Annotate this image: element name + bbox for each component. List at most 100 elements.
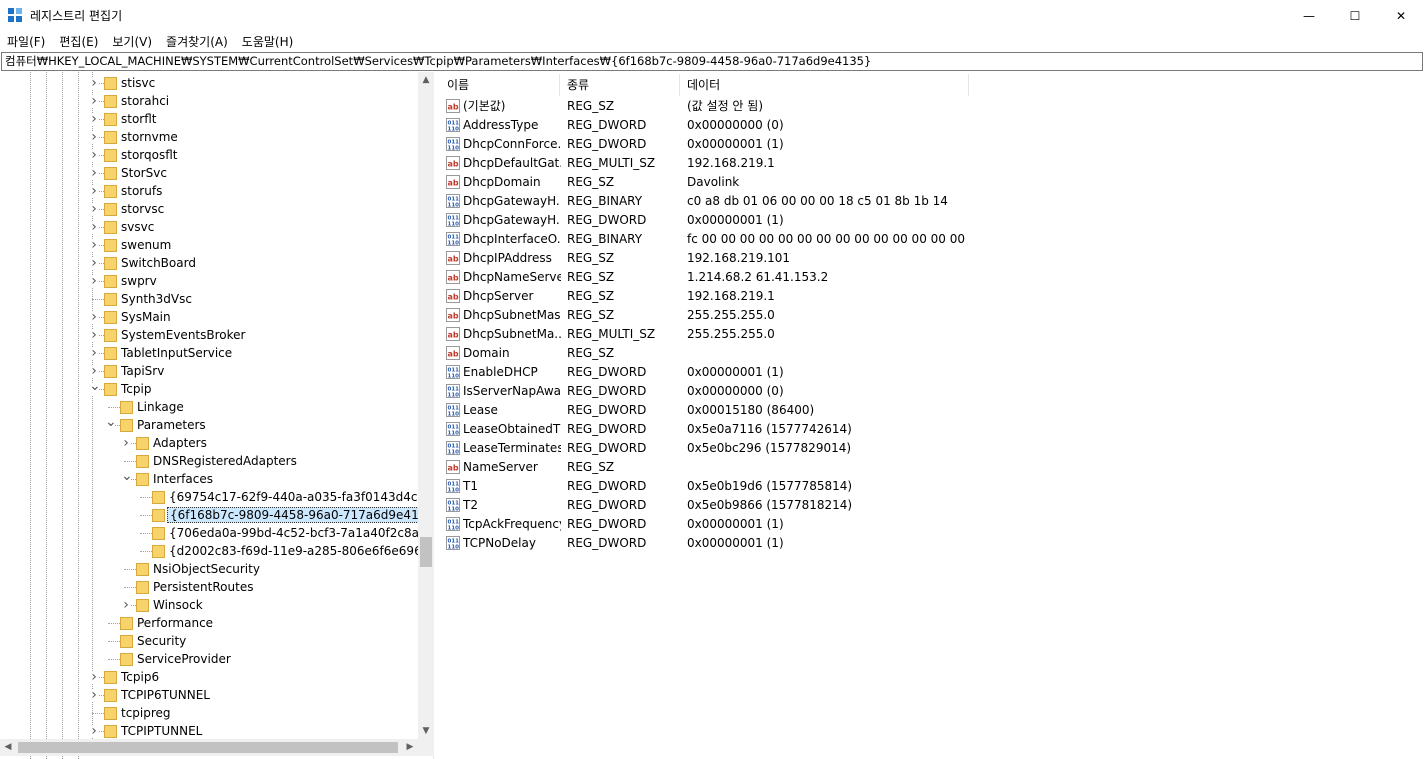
scrollbar-thumb[interactable]: [420, 537, 432, 567]
tree-node[interactable]: {706eda0a-99bd-4c52-bcf3-7a1a40f2c8a3}: [0, 524, 433, 542]
tree-node[interactable]: › TapiSrv: [0, 362, 418, 380]
chevron-right-icon[interactable]: ›: [89, 256, 99, 270]
tree-node[interactable]: Security: [0, 632, 418, 650]
value-row[interactable]: 011 110 EnableDHCP REG_DWORD 0x00000001 (1): [440, 363, 1424, 382]
tree-node[interactable]: › SwitchBoard: [0, 254, 418, 272]
tree-node[interactable]: ⌄ Parameters: [0, 415, 418, 434]
menu-view[interactable]: 보기(V): [105, 33, 159, 50]
tree-node[interactable]: {69754c17-62f9-440a-a035-fa3f0143d4c3}: [0, 488, 433, 506]
tree-node[interactable]: {d2002c83-f69d-11e9-a285-806e6f6e6963}: [0, 542, 433, 560]
chevron-right-icon[interactable]: ›: [89, 112, 99, 126]
tree-node[interactable]: › storufs: [0, 182, 418, 200]
value-row[interactable]: ab DhcpIPAddress REG_SZ 192.168.219.101: [440, 249, 1424, 268]
tree-node[interactable]: › StorSvc: [0, 164, 418, 182]
scroll-left-icon[interactable]: ◀: [0, 739, 16, 756]
chevron-right-icon[interactable]: ›: [89, 688, 99, 702]
tree-node[interactable]: DNSRegisteredAdapters: [0, 452, 418, 470]
value-row[interactable]: ab DhcpSubnetMa... REG_MULTI_SZ 255.255.255…: [440, 325, 1424, 344]
scroll-up-icon[interactable]: ▲: [418, 72, 434, 88]
value-row[interactable]: 011 110 DhcpGatewayH... REG_BINARY c0 a8 db …: [440, 192, 1424, 211]
value-row[interactable]: 011 110 Lease REG_DWORD 0x00015180 (86400): [440, 401, 1424, 420]
tree-node[interactable]: › swprv: [0, 272, 418, 290]
tree-node[interactable]: › storahci: [0, 92, 418, 110]
chevron-down-icon[interactable]: ⌄: [121, 469, 133, 485]
tree-node[interactable]: › storflt: [0, 110, 418, 128]
value-row[interactable]: ab NameServer REG_SZ: [440, 458, 1424, 477]
tree-node[interactable]: › TCPIPTUNNEL: [0, 722, 418, 740]
chevron-right-icon[interactable]: ›: [121, 598, 131, 612]
scrollbar-thumb[interactable]: [18, 742, 398, 753]
chevron-right-icon[interactable]: ›: [89, 166, 99, 180]
chevron-right-icon[interactable]: ›: [121, 436, 131, 450]
tree-node[interactable]: PersistentRoutes: [0, 578, 418, 596]
tree-node[interactable]: › TabletInputService: [0, 344, 418, 362]
tree-node[interactable]: › Tcpip6: [0, 668, 418, 686]
tree-vertical-scrollbar[interactable]: ▲ ▼: [418, 72, 434, 739]
tree-node[interactable]: ⌄ Tcpip: [0, 379, 418, 398]
chevron-right-icon[interactable]: ›: [89, 670, 99, 684]
minimize-button[interactable]: —: [1286, 0, 1332, 31]
column-header-data[interactable]: 데이터: [680, 74, 969, 96]
chevron-down-icon[interactable]: ⌄: [105, 415, 117, 431]
chevron-right-icon[interactable]: ›: [89, 364, 99, 378]
value-row[interactable]: 011 110 DhcpGatewayH... REG_DWORD 0x00000001…: [440, 211, 1424, 230]
value-row[interactable]: ab DhcpNameServer REG_SZ 1.214.68.2 61.41.1…: [440, 268, 1424, 287]
value-row[interactable]: 011110IsServerNapAware REG_DWORD 0x0000000…: [440, 382, 1424, 401]
tree-node[interactable]: › storqosflt: [0, 146, 418, 164]
chevron-right-icon[interactable]: ›: [89, 346, 99, 360]
chevron-right-icon[interactable]: ›: [89, 130, 99, 144]
value-row[interactable]: 011 110 DhcpConnForce... REG_DWORD 0x0000000…: [440, 135, 1424, 154]
value-row[interactable]: 011 110 TCPNoDelay REG_DWORD 0x00000001 (1): [440, 534, 1424, 553]
maximize-button[interactable]: ☐: [1332, 0, 1378, 31]
chevron-right-icon[interactable]: ›: [89, 184, 99, 198]
value-row[interactable]: 011 110 AddressType REG_DWORD 0x00000000 (0): [440, 116, 1424, 135]
column-header-type[interactable]: 종류: [560, 74, 680, 96]
tree-node[interactable]: tcpipreg: [0, 704, 418, 722]
value-row[interactable]: 011110LeaseObtainedTi... REG_DWORD 0x5e0a7…: [440, 420, 1424, 439]
tree-node[interactable]: › SystemEventsBroker: [0, 326, 418, 344]
tree-node[interactable]: › stornvme: [0, 128, 418, 146]
tree-horizontal-scrollbar[interactable]: ◀ ▶: [0, 739, 418, 756]
tree-node[interactable]: › stisvc: [0, 74, 418, 92]
close-button[interactable]: ✕: [1378, 0, 1424, 31]
value-row[interactable]: 011 110 T1 REG_DWORD 0x5e0b19d6 (1577785814): [440, 477, 1424, 496]
chevron-right-icon[interactable]: ›: [89, 202, 99, 216]
chevron-right-icon[interactable]: ›: [89, 274, 99, 288]
tree-node[interactable]: › storvsc: [0, 200, 418, 218]
tree-node[interactable]: ⌄ Interfaces: [0, 469, 418, 488]
tree-node[interactable]: › swenum: [0, 236, 418, 254]
tree-node[interactable]: ServiceProvider: [0, 650, 418, 668]
chevron-right-icon[interactable]: ›: [89, 328, 99, 342]
chevron-right-icon[interactable]: ›: [89, 94, 99, 108]
value-row[interactable]: ab DhcpSubnetMask REG_SZ 255.255.255.0: [440, 306, 1424, 325]
address-bar[interactable]: 컴퓨터₩HKEY_LOCAL_MACHINE₩SYSTEM₩CurrentCon…: [1, 52, 1423, 71]
value-row[interactable]: ab Domain REG_SZ: [440, 344, 1424, 363]
menu-file[interactable]: 파일(F): [0, 33, 52, 50]
chevron-right-icon[interactable]: ›: [89, 148, 99, 162]
tree-node[interactable]: › svsvc: [0, 218, 418, 236]
tree-node[interactable]: Synth3dVsc: [0, 290, 418, 308]
scroll-down-icon[interactable]: ▼: [418, 723, 434, 739]
chevron-right-icon[interactable]: ›: [89, 220, 99, 234]
tree-node[interactable]: › TCPIP6TUNNEL: [0, 686, 418, 704]
tree-node[interactable]: › Adapters: [0, 434, 418, 452]
tree-node[interactable]: Performance: [0, 614, 418, 632]
column-header-name[interactable]: 이름: [440, 74, 560, 96]
tree-node[interactable]: NsiObjectSecurity: [0, 560, 418, 578]
value-row[interactable]: ab DhcpServer REG_SZ 192.168.219.1: [440, 287, 1424, 306]
menu-help[interactable]: 도움말(H): [235, 33, 301, 50]
scroll-right-icon[interactable]: ▶: [402, 739, 418, 756]
chevron-right-icon[interactable]: ›: [89, 76, 99, 90]
tree-node[interactable]: › SysMain: [0, 308, 418, 326]
chevron-right-icon[interactable]: ›: [89, 238, 99, 252]
chevron-right-icon[interactable]: ›: [89, 310, 99, 324]
value-row[interactable]: 011110LeaseTerminates... REG_DWORD 0x5e0bc…: [440, 439, 1424, 458]
value-row[interactable]: ab DhcpDomain REG_SZ Davolink: [440, 173, 1424, 192]
menu-favorites[interactable]: 즐겨찾기(A): [159, 33, 235, 50]
value-row[interactable]: 011 110 T2 REG_DWORD 0x5e0b9866 (1577818214): [440, 496, 1424, 515]
tree-node[interactable]: {6f168b7c-9809-4458-96a0-717a6d9e4135}: [0, 506, 433, 524]
value-row[interactable]: 011 110 DhcpInterfaceO... REG_BINARY fc 00 0…: [440, 230, 1424, 249]
value-row[interactable]: ab (기본값) REG_SZ (값 설정 안 됨): [440, 97, 1424, 116]
chevron-down-icon[interactable]: ⌄: [89, 379, 101, 395]
chevron-right-icon[interactable]: ›: [89, 724, 99, 738]
